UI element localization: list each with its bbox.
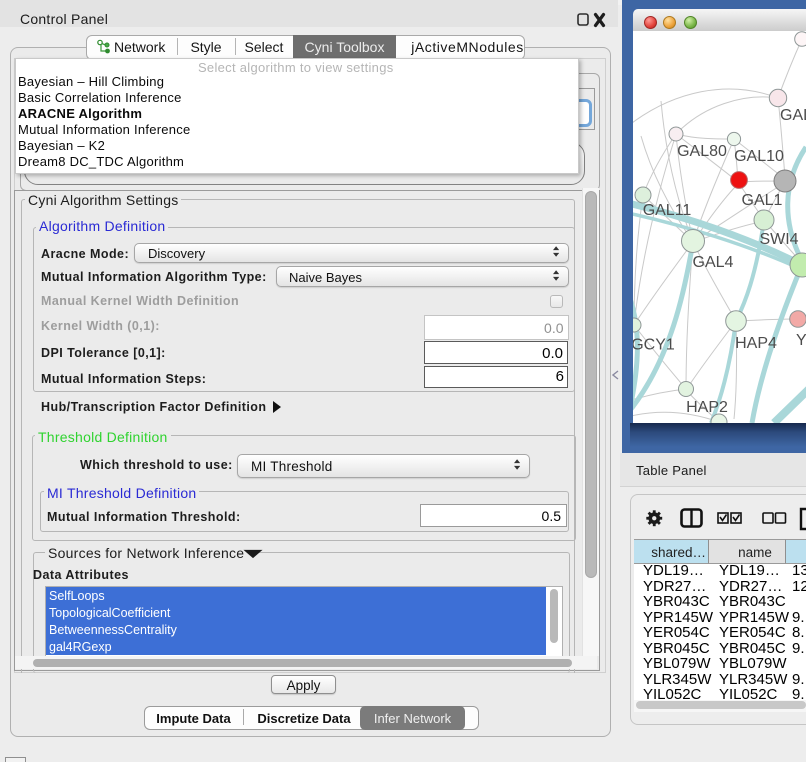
svg-text:HAP4: HAP4 (735, 335, 777, 352)
svg-text:SWI4: SWI4 (759, 231, 798, 248)
svg-text:GCY1: GCY1 (633, 337, 675, 354)
svg-text:HAP2: HAP2 (686, 399, 728, 416)
svg-text:GAL1: GAL1 (742, 192, 783, 209)
svg-text:YB: YB (796, 332, 806, 349)
svg-text:GAL10: GAL10 (734, 148, 784, 165)
svg-text:GAL4: GAL4 (693, 254, 734, 271)
svg-text:GAL80: GAL80 (677, 143, 727, 160)
svg-text:GAL7: GAL7 (780, 107, 806, 124)
svg-text:GAL11: GAL11 (643, 202, 692, 219)
